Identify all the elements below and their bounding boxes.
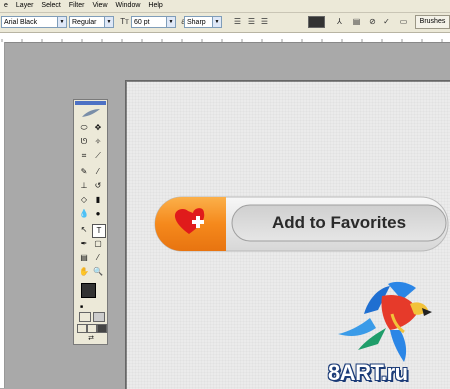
gradient-tool-icon[interactable]: ▮ <box>92 194 104 206</box>
chevron-down-icon: ▼ <box>166 17 175 27</box>
font-family-value: Arial Black <box>4 19 38 26</box>
notes-tool-icon[interactable]: ▤ <box>78 252 90 264</box>
foreground-color-swatch[interactable] <box>81 283 96 298</box>
lasso-tool-icon[interactable]: ᘎ <box>78 136 90 148</box>
chevron-down-icon: ▼ <box>212 17 221 27</box>
warp-text-icon[interactable]: ⅄ <box>334 16 345 27</box>
default-colors-icon[interactable]: ■ <box>80 304 85 310</box>
menu-view[interactable]: View <box>88 0 111 12</box>
font-size-value: 60 pt <box>134 19 150 26</box>
menu-help[interactable]: Help <box>144 0 166 12</box>
feather-logo-icon[interactable] <box>81 108 101 118</box>
font-style-select[interactable]: Regular ▼ <box>69 16 114 28</box>
menu-filter[interactable]: Filter <box>65 0 89 12</box>
antialias-select[interactable]: Sharp ▼ <box>184 16 222 28</box>
type-tool-icon[interactable]: T <box>92 224 106 238</box>
font-style-value: Regular <box>72 19 97 26</box>
screen-mode-standard-icon[interactable] <box>77 324 87 333</box>
quick-mask-mode-icon[interactable] <box>93 312 105 322</box>
brushes-tab[interactable]: Brushes <box>415 15 450 29</box>
parrot-illustration <box>338 281 432 362</box>
character-palette-icon[interactable]: ▤ <box>351 16 362 27</box>
magic-wand-tool-icon[interactable]: ✧ <box>92 136 104 148</box>
marquee-tool-icon[interactable]: ⬭ <box>78 122 90 134</box>
screen-mode-full-menu-icon[interactable] <box>87 324 97 333</box>
options-bar: Arial Black ▼ Regular ▼ Tт 60 pt ▼ a Sha… <box>0 13 450 33</box>
tools-panel-titlebar[interactable] <box>75 101 106 105</box>
brush-tool-icon[interactable]: ⁄ <box>92 166 104 178</box>
tools-panel: ⬭ ✥ ᘎ ✧ ⌗ ⟋ ✎ ⁄ ⊥ ↺ ◇ ▮ 💧 ● ↖ T ✒ ▢ ▤ ⁄ … <box>73 99 108 345</box>
align-left-icon[interactable]: ☰ <box>232 16 243 27</box>
blur-tool-icon[interactable]: 💧 <box>78 208 90 220</box>
healing-brush-tool-icon[interactable]: ✎ <box>78 166 90 178</box>
zoom-tool-icon[interactable]: 🔍 <box>92 266 104 278</box>
path-selection-tool-icon[interactable]: ↖ <box>78 224 90 236</box>
hand-tool-icon[interactable]: ✋ <box>78 266 90 278</box>
palette-well-icon[interactable]: ▭ <box>398 16 409 27</box>
cancel-icon[interactable]: ⊘ <box>367 16 378 27</box>
align-right-icon[interactable]: ☰ <box>259 16 270 27</box>
font-size-select[interactable]: 60 pt ▼ <box>131 16 176 28</box>
watermark-logo: 8ART.ru <box>328 360 408 385</box>
eyedropper-tool-icon[interactable]: ⁄ <box>92 252 104 264</box>
align-center-icon[interactable]: ☰ <box>246 16 257 27</box>
menu-edit[interactable]: e <box>0 0 12 12</box>
menu-select[interactable]: Select <box>37 0 64 12</box>
antialias-value: Sharp <box>187 19 206 26</box>
slice-tool-icon[interactable]: ⟋ <box>92 150 104 162</box>
chevron-down-icon: ▼ <box>104 17 113 27</box>
menu-bar: e Layer Select Filter View Window Help <box>0 0 450 13</box>
history-brush-tool-icon[interactable]: ↺ <box>92 180 104 192</box>
standard-mode-icon[interactable] <box>79 312 91 322</box>
jump-to-imageready-icon[interactable]: ⇄ <box>82 334 100 343</box>
favorites-button-graphic: Add to Favorites <box>154 196 449 252</box>
shape-tool-icon[interactable]: ▢ <box>92 238 104 250</box>
eraser-tool-icon[interactable]: ◇ <box>78 194 90 206</box>
dodge-tool-icon[interactable]: ● <box>92 208 104 220</box>
pen-tool-icon[interactable]: ✒ <box>78 238 90 250</box>
move-tool-icon[interactable]: ✥ <box>92 122 104 134</box>
horizontal-ruler <box>0 33 450 43</box>
brushes-label: Brushes <box>419 18 446 25</box>
button-label-text: Add to Favorites <box>272 213 406 232</box>
font-size-icon: Tт <box>120 17 129 26</box>
commit-icon[interactable]: ✓ <box>381 16 392 27</box>
font-family-select[interactable]: Arial Black ▼ <box>1 16 67 28</box>
chevron-down-icon: ▼ <box>57 17 66 27</box>
text-color-swatch[interactable] <box>308 16 325 28</box>
ruler-ticks <box>1 39 443 42</box>
menu-layer[interactable]: Layer <box>12 0 38 12</box>
clone-stamp-tool-icon[interactable]: ⊥ <box>78 180 90 192</box>
crop-tool-icon[interactable]: ⌗ <box>78 150 90 162</box>
screen-mode-full-icon[interactable] <box>97 324 107 333</box>
vertical-ruler <box>0 42 5 388</box>
menu-window[interactable]: Window <box>112 0 145 12</box>
